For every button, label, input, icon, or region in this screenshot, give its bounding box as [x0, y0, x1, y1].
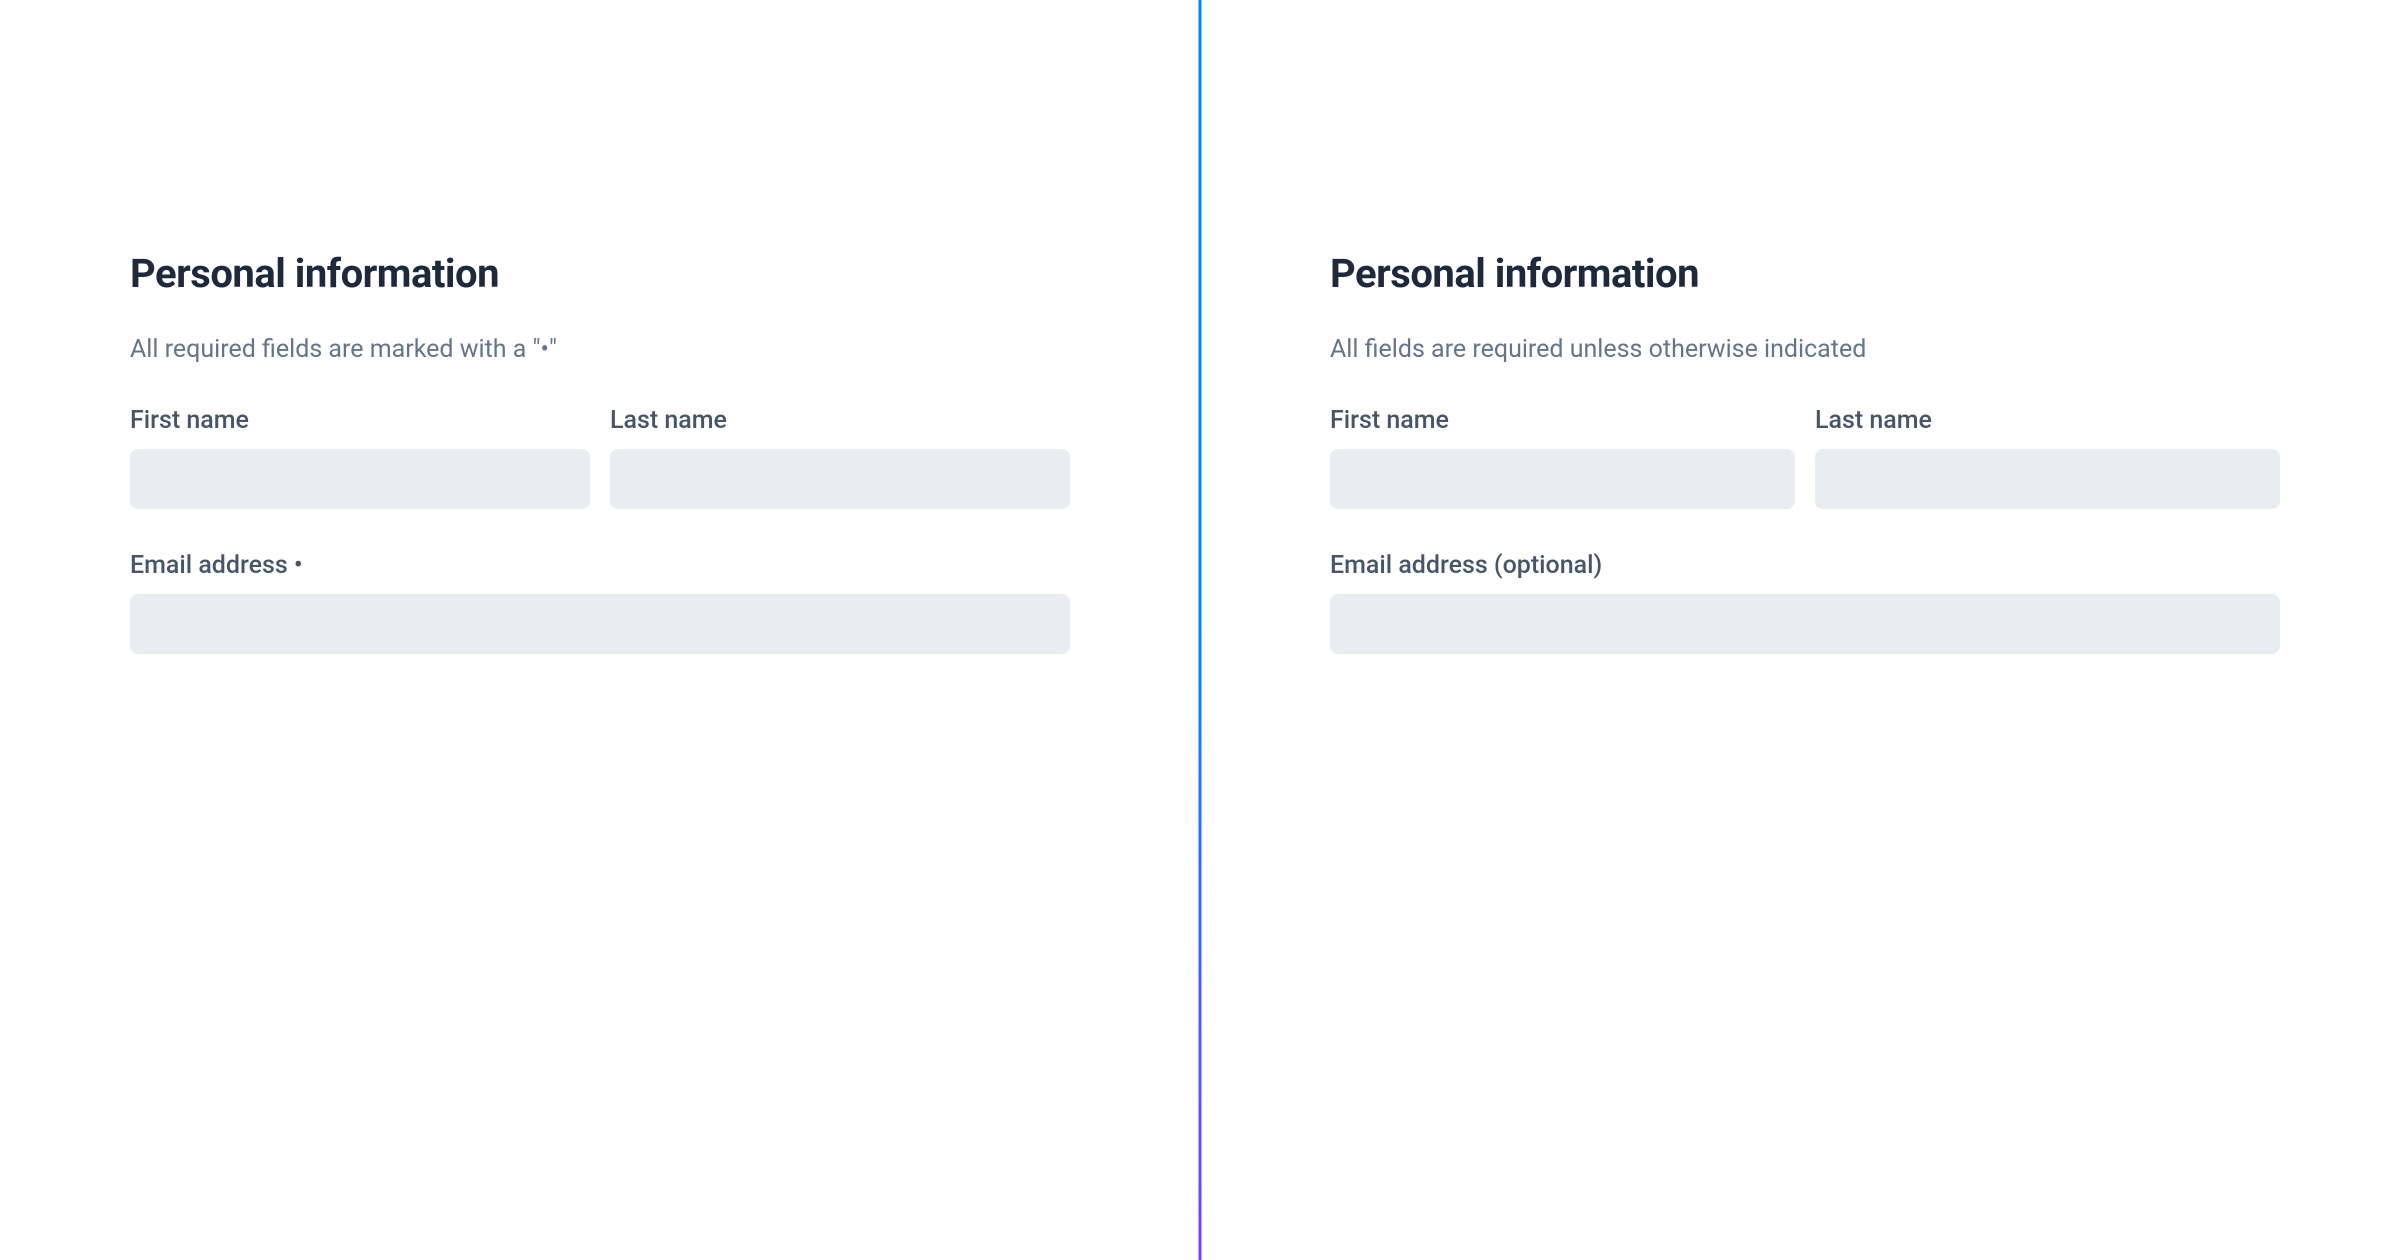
last-name-input[interactable]: [610, 449, 1070, 509]
email-label: Email address (optional): [1330, 551, 2280, 580]
email-input[interactable]: [130, 594, 1070, 654]
first-name-label: First name: [1330, 406, 1795, 435]
last-name-input[interactable]: [1815, 449, 2280, 509]
email-field: Email address •: [130, 551, 1070, 654]
form-helper-text: All fields are required unless otherwise…: [1330, 335, 2280, 364]
form-helper-text: All required fields are marked with a "•…: [130, 335, 1070, 364]
first-name-input[interactable]: [1330, 449, 1795, 509]
name-row: First name Last name: [130, 406, 1070, 509]
email-field: Email address (optional): [1330, 551, 2280, 654]
form-panel-right: Personal information All fields are requ…: [1200, 0, 2400, 1260]
first-name-field: First name: [1330, 406, 1795, 509]
name-row: First name Last name: [1330, 406, 2280, 509]
form-heading: Personal information: [1330, 250, 2280, 297]
first-name-field: First name: [130, 406, 590, 509]
form-panel-left: Personal information All required fields…: [0, 0, 1200, 1260]
email-label: Email address •: [130, 551, 1070, 580]
last-name-label: Last name: [1815, 406, 2280, 435]
last-name-field: Last name: [610, 406, 1070, 509]
first-name-input[interactable]: [130, 449, 590, 509]
last-name-label: Last name: [610, 406, 1070, 435]
last-name-field: Last name: [1815, 406, 2280, 509]
email-input[interactable]: [1330, 594, 2280, 654]
vertical-divider: [1199, 0, 1202, 1260]
first-name-label: First name: [130, 406, 590, 435]
form-heading: Personal information: [130, 250, 1070, 297]
